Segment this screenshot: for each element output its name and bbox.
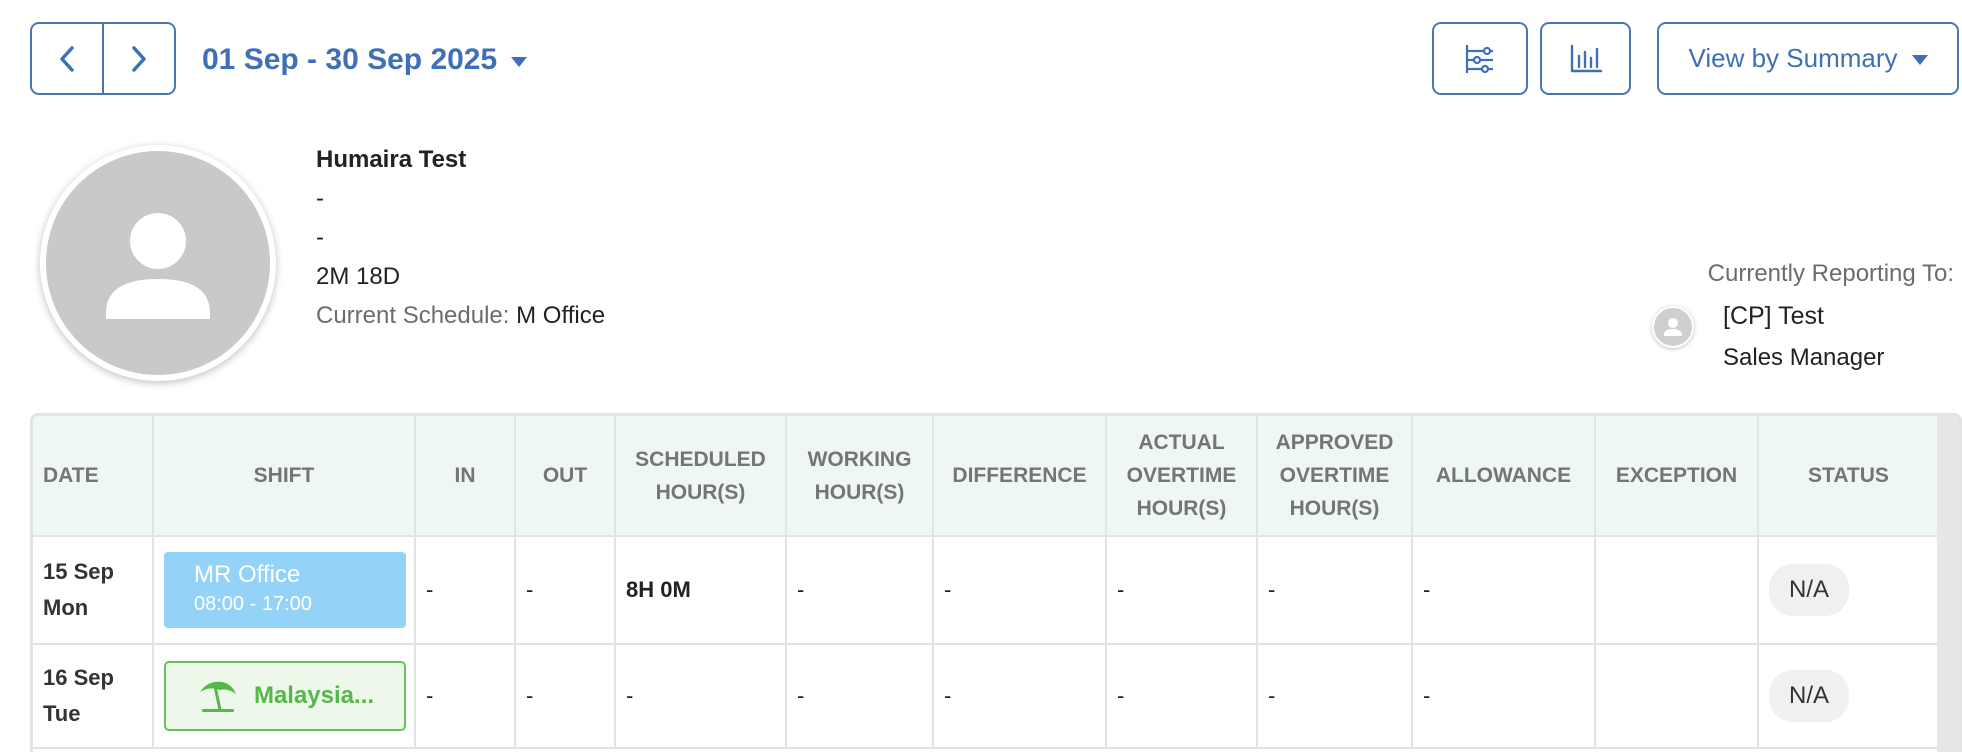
shift-cell: MR Office 08:00 - 17:00 xyxy=(153,536,416,645)
difference-cell: - xyxy=(933,644,1107,749)
in-cell: - xyxy=(415,536,516,645)
status-cell: N/A xyxy=(1758,536,1940,645)
actual-overtime-cell: - xyxy=(1106,536,1258,645)
status-cell: N/A xyxy=(1758,644,1940,749)
current-schedule: Current Schedule: M Office xyxy=(316,296,605,335)
shift-time: 08:00 - 17:00 xyxy=(194,593,312,615)
reporter-avatar xyxy=(1652,306,1694,348)
shift-cell: Malaysia... xyxy=(153,644,416,749)
chevron-left-icon xyxy=(60,45,74,72)
working-hours-cell: - xyxy=(786,644,934,749)
report-chart-button[interactable] xyxy=(1540,22,1631,95)
user-silhouette-icon xyxy=(106,213,210,319)
date-day: 16 Sep xyxy=(43,665,114,690)
bar-chart-icon xyxy=(1570,44,1602,72)
attendance-table: DATE SHIFT IN OUT SCHEDULED HOUR(S) WORK… xyxy=(33,416,1940,749)
current-schedule-label: Current Schedule: xyxy=(316,302,510,329)
column-header-shift: SHIFT xyxy=(153,416,416,537)
previous-period-button[interactable] xyxy=(32,24,102,93)
date-weekday: Mon xyxy=(43,595,89,620)
chevron-right-icon xyxy=(132,45,146,72)
out-cell: - xyxy=(515,536,616,645)
allowance-cell: - xyxy=(1412,536,1596,645)
date-range-selector[interactable]: 01 Sep - 30 Sep 2025 xyxy=(202,38,528,82)
holiday-chip[interactable]: Malaysia... xyxy=(164,661,406,731)
table-header-row: DATE SHIFT IN OUT SCHEDULED HOUR(S) WORK… xyxy=(33,416,1940,537)
out-cell: - xyxy=(515,644,616,749)
exception-cell xyxy=(1595,644,1759,749)
reporting-to-label: Currently Reporting To: xyxy=(1707,260,1954,287)
column-header-out: OUT xyxy=(515,416,616,537)
view-by-label: View by Summary xyxy=(1688,43,1898,73)
difference-cell: - xyxy=(933,536,1107,645)
column-header-difference: DIFFERENCE xyxy=(933,416,1107,537)
beach-umbrella-icon xyxy=(199,681,236,712)
approved-overtime-cell: - xyxy=(1257,644,1413,749)
date-cell: 16 Sep Tue xyxy=(33,644,154,749)
column-header-actual-overtime: ACTUAL OVERTIME HOUR(S) xyxy=(1106,416,1258,537)
employee-details: Humaira Test - - 2M 18D Current Schedule… xyxy=(316,140,605,335)
filter-button[interactable] xyxy=(1432,22,1528,95)
actual-overtime-cell: - xyxy=(1106,644,1258,749)
in-cell: - xyxy=(415,644,516,749)
working-hours-cell: - xyxy=(786,536,934,645)
column-header-scheduled-hours: SCHEDULED HOUR(S) xyxy=(615,416,787,537)
date-day: 15 Sep xyxy=(43,559,114,584)
table-row: 16 Sep Tue Malaysia... - - - - - - - - N… xyxy=(33,644,1940,749)
column-header-status: STATUS xyxy=(1758,416,1940,537)
scheduled-hours-cell: 8H 0M xyxy=(615,536,787,645)
exception-cell xyxy=(1595,536,1759,645)
table-row: 15 Sep Mon MR Office 08:00 - 17:00 - - 8… xyxy=(33,536,1940,645)
column-header-working-hours: WORKING HOUR(S) xyxy=(786,416,934,537)
employee-field-3: - xyxy=(316,224,324,251)
date-weekday: Tue xyxy=(43,701,81,726)
column-header-allowance: ALLOWANCE xyxy=(1412,416,1596,537)
shift-name: MR Office xyxy=(194,561,301,588)
holiday-name: Malaysia... xyxy=(253,682,375,709)
chevron-down-icon xyxy=(511,56,528,67)
filter-sliders-icon xyxy=(1465,44,1493,73)
column-header-exception: EXCEPTION xyxy=(1595,416,1759,537)
scheduled-hours-cell: - xyxy=(615,644,787,749)
employee-avatar xyxy=(40,145,276,381)
employee-name: Humaira Test xyxy=(316,146,467,173)
date-cell: 15 Sep Mon xyxy=(33,536,154,645)
chevron-down-icon xyxy=(1911,55,1928,65)
approved-overtime-cell: - xyxy=(1257,536,1413,645)
shift-chip[interactable]: MR Office 08:00 - 17:00 xyxy=(164,552,406,628)
attendance-table-container: DATE SHIFT IN OUT SCHEDULED HOUR(S) WORK… xyxy=(30,413,1962,752)
column-header-approved-overtime: APPROVED OVERTIME HOUR(S) xyxy=(1257,416,1413,537)
view-by-dropdown[interactable]: View by Summary xyxy=(1657,22,1959,95)
date-range-label: 01 Sep - 30 Sep 2025 xyxy=(202,43,498,76)
allowance-cell: - xyxy=(1412,644,1596,749)
period-nav-group xyxy=(30,22,176,95)
reporter-role: Sales Manager xyxy=(1723,344,1885,371)
employee-field-2: - xyxy=(316,185,324,212)
user-silhouette-icon xyxy=(1664,318,1682,336)
status-badge: N/A xyxy=(1769,564,1850,616)
reporter-name[interactable]: [CP] Test xyxy=(1723,302,1824,331)
next-period-button[interactable] xyxy=(102,24,174,93)
column-header-date: DATE xyxy=(33,416,154,537)
vertical-scrollbar[interactable] xyxy=(1937,416,1959,752)
current-schedule-value: M Office xyxy=(516,302,606,329)
column-header-in: IN xyxy=(415,416,516,537)
employee-tenure: 2M 18D xyxy=(316,263,401,290)
status-badge: N/A xyxy=(1769,670,1850,722)
